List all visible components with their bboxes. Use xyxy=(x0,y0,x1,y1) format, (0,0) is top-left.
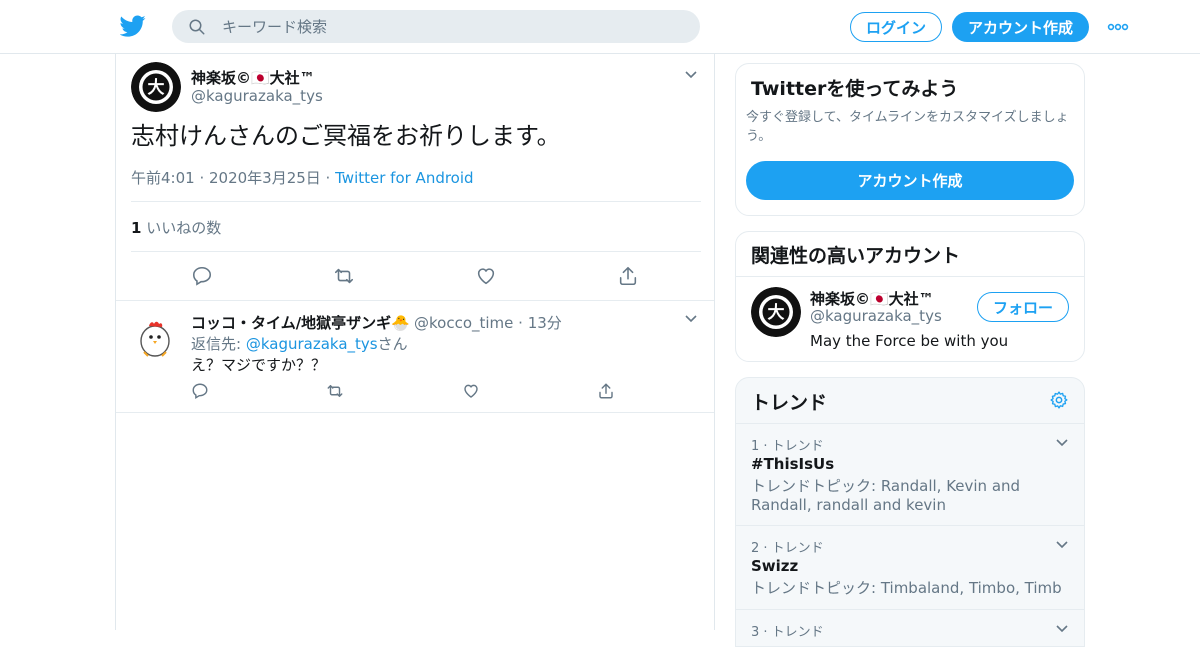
reply-icon[interactable] xyxy=(191,265,213,287)
divider xyxy=(116,300,714,301)
login-button[interactable]: ログイン xyxy=(850,12,942,42)
divider xyxy=(116,412,714,413)
search-input[interactable] xyxy=(222,10,682,43)
trend-rank: 2 · トレンド xyxy=(751,541,824,556)
retweet-icon[interactable] xyxy=(326,382,344,400)
tweet-text: 志村けんさんのご冥福をお祈りします。 xyxy=(131,122,561,150)
reply-to-line: 返信先: @kagurazaka_tysさん xyxy=(191,333,408,354)
reply-to-link[interactable]: @kagurazaka_tys xyxy=(246,335,378,353)
like-stats[interactable]: 1 いいねの数 xyxy=(131,217,221,238)
tweet-source-link[interactable]: Twitter for Android xyxy=(335,169,473,187)
signup-card-button[interactable]: アカウント作成 xyxy=(746,161,1074,200)
reply-author-handle[interactable]: @kocco_time · 13分 xyxy=(414,312,562,333)
trend-item[interactable]: 3 · トレンド xyxy=(736,609,1084,646)
like-count-label: いいねの数 xyxy=(146,219,222,237)
like-icon[interactable] xyxy=(475,265,497,287)
reply-author-name[interactable]: コッコ・タイム/地獄亭ザンギ🐣 xyxy=(191,312,410,333)
reply-icon[interactable] xyxy=(191,382,209,400)
like-icon[interactable] xyxy=(462,382,480,400)
divider xyxy=(736,276,1084,277)
trends-card: トレンド 1 · トレンド #ThisIsUs トレンドトピック: Randal… xyxy=(735,377,1085,647)
search-icon xyxy=(188,18,206,36)
tweet-author-name[interactable]: 神楽坂©🇯🇵大社™ xyxy=(191,67,315,88)
svg-text:大: 大 xyxy=(768,302,785,323)
chevron-down-icon[interactable] xyxy=(683,311,699,327)
trend-item[interactable]: 1 · トレンド #ThisIsUs トレンドトピック: Randall, Ke… xyxy=(736,423,1084,526)
chevron-down-icon[interactable] xyxy=(1054,621,1070,637)
reply-to-prefix: 返信先: xyxy=(191,335,242,353)
related-account-handle[interactable]: @kagurazaka_tys xyxy=(810,307,942,325)
search-box[interactable] xyxy=(172,10,700,43)
reply-time[interactable]: · 13分 xyxy=(518,314,562,332)
trend-description: トレンドトピック: Timbaland, Timbo, Timb xyxy=(751,579,1062,597)
divider xyxy=(131,201,701,202)
tweet-author-handle[interactable]: @kagurazaka_tys xyxy=(191,87,323,105)
reply-handle-text: @kocco_time xyxy=(414,314,514,332)
like-count: 1 xyxy=(131,219,142,237)
chevron-down-icon[interactable] xyxy=(683,67,699,83)
signup-card-title: Twitterを使ってみよう xyxy=(751,78,959,100)
related-account-name[interactable]: 神楽坂©🇯🇵大社™ xyxy=(810,288,934,309)
divider xyxy=(131,251,701,252)
trend-name[interactable]: Swizz xyxy=(751,557,798,575)
share-icon[interactable] xyxy=(617,265,639,287)
svg-text:大: 大 xyxy=(148,77,165,98)
avatar[interactable] xyxy=(132,314,178,360)
signup-card-description: 今すぐ登録して、タイムラインをカスタマイズしましょう。 xyxy=(746,110,1069,144)
twitter-logo-icon[interactable] xyxy=(120,13,146,39)
reply-text: え？マジですか？？ xyxy=(191,356,327,374)
more-options-icon[interactable] xyxy=(1105,17,1131,37)
related-accounts-card: 関連性の高いアカウント 大 神楽坂©🇯🇵大社™ @kagurazaka_tys … xyxy=(735,231,1085,362)
avatar[interactable]: 大 xyxy=(751,287,801,337)
avatar[interactable]: 大 xyxy=(131,62,181,112)
follow-button[interactable]: フォロー xyxy=(977,292,1069,322)
tweet-column: 大 神楽坂©🇯🇵大社™ @kagurazaka_tys 志村けんさんのご冥福をお… xyxy=(115,54,715,630)
top-bar: ログイン アカウント作成 xyxy=(0,0,1200,54)
chevron-down-icon[interactable] xyxy=(1054,537,1070,553)
trends-title: トレンド xyxy=(751,392,828,414)
trend-item[interactable]: 2 · トレンド Swizz トレンドトピック: Timbaland, Timb… xyxy=(736,525,1084,609)
signup-button[interactable]: アカウント作成 xyxy=(952,12,1089,42)
related-account-bio: May the Force be with you xyxy=(810,332,1009,350)
trend-rank: 1 · トレンド xyxy=(751,439,824,454)
trend-rank: 3 · トレンド xyxy=(751,625,824,640)
tweet-timestamp: 午前4:01 · 2020年3月25日 · Twitter for Androi… xyxy=(131,167,474,188)
tweet-time[interactable]: 午前4:01 · 2020年3月25日 · xyxy=(131,169,330,187)
trend-name[interactable]: #ThisIsUs xyxy=(751,455,834,473)
gear-icon[interactable] xyxy=(1049,390,1069,410)
retweet-icon[interactable] xyxy=(333,265,355,287)
signup-card: Twitterを使ってみよう 今すぐ登録して、タイムラインをカスタマイズしましょ… xyxy=(735,63,1085,216)
share-icon[interactable] xyxy=(597,382,615,400)
trend-description: トレンドトピック: Randall, Kevin and Randall, ra… xyxy=(751,477,1021,514)
related-accounts-title: 関連性の高いアカウント xyxy=(751,245,961,267)
reply-to-suffix: さん xyxy=(377,335,408,353)
chevron-down-icon[interactable] xyxy=(1054,435,1070,451)
